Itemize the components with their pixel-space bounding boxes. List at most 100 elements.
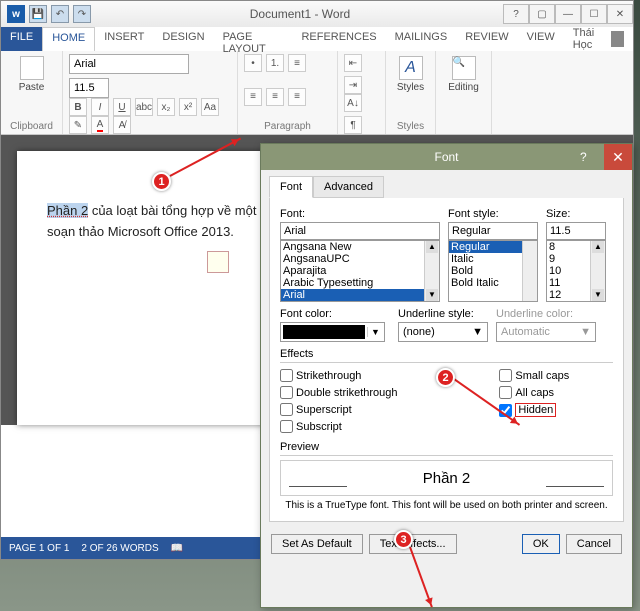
font-name-combo[interactable]: [69, 54, 189, 74]
align-center-icon[interactable]: ≡: [266, 88, 284, 106]
case-icon[interactable]: Aa: [201, 98, 219, 116]
dialog-titlebar: Font ? ✕: [261, 144, 632, 170]
scroll-down-icon[interactable]: ▼: [592, 289, 604, 301]
dialog-title: Font: [434, 150, 458, 164]
bold-icon[interactable]: B: [69, 98, 87, 116]
maximize-icon[interactable]: ☐: [581, 4, 607, 24]
font-style-label: Font style:: [448, 208, 538, 220]
subscript-icon[interactable]: x₂: [157, 98, 175, 116]
double-strike-check[interactable]: Double strikethrough: [280, 386, 431, 399]
numbering-icon[interactable]: 1.: [266, 54, 284, 72]
window-title: Document1 - Word: [97, 7, 503, 21]
bullets-icon[interactable]: •: [244, 54, 262, 72]
group-clipboard-label: Clipboard: [7, 121, 56, 134]
underline-style-combo[interactable]: (none)▼: [398, 322, 488, 342]
save-icon[interactable]: 💾: [29, 5, 47, 23]
ribbon-options-icon[interactable]: ▢: [529, 4, 555, 24]
italic-icon[interactable]: I: [91, 98, 109, 116]
editing-button[interactable]: 🔍Editing: [442, 54, 485, 95]
tab-home[interactable]: HOME: [42, 27, 95, 51]
clipboard-icon: [20, 56, 44, 80]
group-paragraph-label: Paragraph: [244, 121, 331, 134]
scroll-down-icon[interactable]: ▼: [426, 289, 438, 301]
smallcaps-check[interactable]: Small caps: [499, 369, 613, 382]
paste-options-icon[interactable]: [207, 251, 229, 273]
align-right-icon[interactable]: ≡: [288, 88, 306, 106]
dialog-help-icon[interactable]: ?: [580, 150, 604, 164]
font-input[interactable]: [280, 222, 440, 240]
scroll-up-icon[interactable]: ▲: [592, 241, 604, 253]
group-styles-label: Styles: [392, 121, 429, 134]
styles-button[interactable]: AStyles: [392, 54, 429, 95]
underline-color-combo: Automatic▼: [496, 322, 596, 342]
show-marks-icon[interactable]: ¶: [344, 116, 362, 134]
font-color-combo[interactable]: ▼: [280, 322, 385, 342]
font-note: This is a TrueType font. This font will …: [280, 500, 613, 511]
font-listbox[interactable]: ▲ Angsana New AngsanaUPC Aparajita Arabi…: [280, 240, 440, 302]
help-icon[interactable]: ?: [503, 4, 529, 24]
cancel-button[interactable]: Cancel: [566, 534, 622, 554]
callout-1: 1: [152, 172, 171, 191]
align-left-icon[interactable]: ≡: [244, 88, 262, 106]
font-style-input[interactable]: [448, 222, 538, 240]
clear-format-icon[interactable]: A̸: [113, 116, 131, 134]
preview-box: Phần 2: [280, 460, 613, 496]
scroll-up-icon[interactable]: ▲: [426, 241, 438, 253]
font-style-listbox[interactable]: Regular Italic Bold Bold Italic: [448, 240, 538, 302]
chevron-down-icon: ▼: [367, 327, 383, 337]
undo-icon[interactable]: ↶: [51, 5, 69, 23]
close-icon[interactable]: ✕: [607, 4, 633, 24]
user-avatar[interactable]: [611, 31, 624, 47]
status-words[interactable]: 2 OF 26 WORDS: [81, 543, 158, 554]
selected-text[interactable]: Phần 2: [47, 203, 88, 218]
tab-mailings[interactable]: MAILINGS: [386, 27, 457, 51]
styles-icon: A: [399, 56, 423, 80]
color-swatch: [283, 325, 365, 339]
indent-dec-icon[interactable]: ⇤: [344, 54, 362, 72]
highlight-icon[interactable]: ✎: [69, 116, 87, 134]
strikethrough-check[interactable]: Strikethrough: [280, 369, 431, 382]
callout-2: 2: [436, 368, 455, 387]
dialog-tab-font[interactable]: Font: [269, 176, 313, 198]
dialog-tab-advanced[interactable]: Advanced: [313, 176, 384, 198]
dialog-close-icon[interactable]: ✕: [604, 144, 632, 170]
font-color-label: Font color:: [280, 308, 390, 320]
chevron-down-icon: ▼: [472, 326, 483, 338]
underline-icon[interactable]: U: [113, 98, 131, 116]
subscript-check[interactable]: Subscript: [280, 420, 431, 433]
tab-file[interactable]: FILE: [1, 27, 42, 51]
font-color-icon[interactable]: A: [91, 116, 109, 134]
underline-style-label: Underline style:: [398, 308, 488, 320]
preview-label: Preview: [280, 441, 613, 456]
allcaps-check[interactable]: All caps: [499, 386, 613, 399]
strike-icon[interactable]: abc: [135, 98, 153, 116]
tab-insert[interactable]: INSERT: [95, 27, 153, 51]
tab-view[interactable]: VIEW: [518, 27, 564, 51]
size-input[interactable]: [546, 222, 606, 240]
status-page[interactable]: PAGE 1 OF 1: [9, 543, 69, 554]
multilevel-icon[interactable]: ≡: [288, 54, 306, 72]
titlebar: w 💾 ↶ ↷ Document1 - Word ? ▢ ― ☐ ✕: [1, 1, 633, 27]
proofing-icon[interactable]: 📖: [171, 543, 183, 554]
tab-page-layout[interactable]: PAGE LAYOUT: [214, 27, 293, 51]
size-label: Size:: [546, 208, 606, 220]
set-default-button[interactable]: Set As Default: [271, 534, 363, 554]
indent-inc-icon[interactable]: ⇥: [344, 76, 362, 94]
tab-review[interactable]: REVIEW: [456, 27, 517, 51]
superscript-check[interactable]: Superscript: [280, 403, 431, 416]
app-icon[interactable]: w: [7, 5, 25, 23]
sort-icon[interactable]: A↓: [344, 94, 362, 112]
superscript-icon[interactable]: x²: [179, 98, 197, 116]
size-listbox[interactable]: ▲ 8 9 10 11 12 ▼: [546, 240, 606, 302]
tab-references[interactable]: REFERENCES: [292, 27, 385, 51]
user-name[interactable]: Thái Học: [573, 27, 608, 51]
ok-button[interactable]: OK: [522, 534, 560, 554]
tab-design[interactable]: DESIGN: [153, 27, 213, 51]
font-size-combo[interactable]: [69, 78, 109, 98]
minimize-icon[interactable]: ―: [555, 4, 581, 24]
redo-icon[interactable]: ↷: [73, 5, 91, 23]
body-text[interactable]: của loạt bài tổng hợp về một: [88, 203, 256, 218]
paste-button[interactable]: Paste: [7, 54, 56, 95]
chevron-down-icon: ▼: [580, 326, 591, 338]
hidden-check[interactable]: Hidden: [499, 403, 613, 417]
